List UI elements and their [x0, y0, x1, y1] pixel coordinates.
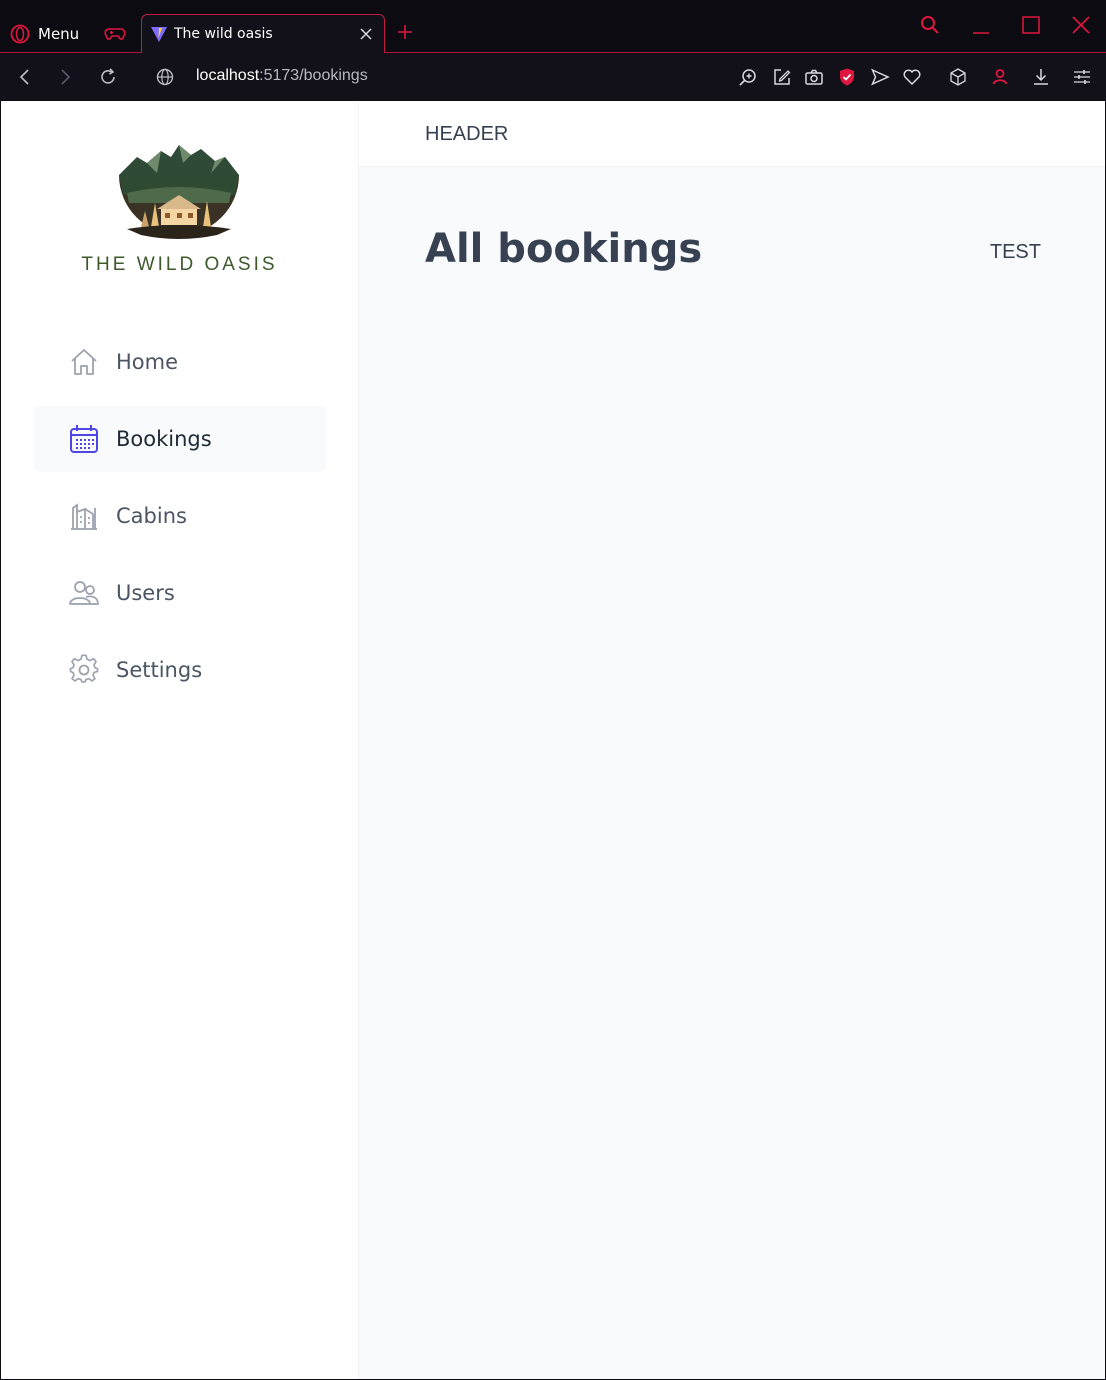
heart-icon[interactable] [902, 67, 922, 87]
calendar-icon [70, 425, 98, 453]
nav-item-home[interactable]: Home [34, 329, 326, 395]
cabins-icon [71, 503, 97, 530]
globe-icon[interactable] [155, 67, 175, 87]
opera-menu-button[interactable]: Menu [10, 20, 79, 48]
send-icon[interactable] [870, 67, 890, 87]
main-nav: Home Bookings Cabins Users Settings [34, 329, 326, 714]
app-layout: THE WILD OASIS Home Bookings Cabins User… [1, 101, 1105, 1379]
page-title: All bookings [425, 226, 703, 272]
browser-tab-bar: Menu The wild oasis [0, 0, 1106, 53]
url-host: localhost [196, 67, 260, 84]
users-icon [69, 581, 99, 605]
nav-label-bookings: Bookings [116, 427, 212, 451]
zoom-icon[interactable] [738, 67, 758, 87]
download-icon[interactable] [1031, 67, 1051, 87]
forward-icon[interactable] [55, 67, 75, 87]
opera-logo-icon [10, 24, 30, 44]
maximize-window-icon[interactable] [1021, 15, 1041, 35]
main-content: HEADER All bookings TEST [359, 101, 1105, 1379]
tab-title: The wild oasis [174, 26, 273, 42]
url-field[interactable]: localhost:5173/bookings [196, 67, 368, 85]
cube-icon[interactable] [948, 67, 968, 87]
nav-label-home: Home [116, 350, 179, 374]
header-text: HEADER [425, 123, 509, 145]
menu-label: Menu [38, 25, 80, 43]
active-tab[interactable]: The wild oasis [141, 14, 385, 53]
back-icon[interactable] [15, 67, 35, 87]
url-path: :5173/bookings [259, 67, 368, 84]
nav-label-settings: Settings [116, 658, 203, 682]
search-tabs-icon[interactable] [920, 15, 940, 35]
profile-icon[interactable] [990, 67, 1010, 87]
browser-address-bar: localhost:5173/bookings [0, 53, 1106, 101]
minimize-window-icon[interactable] [971, 15, 991, 35]
home-icon [71, 349, 97, 375]
nav-label-cabins: Cabins [116, 504, 187, 528]
edit-share-icon[interactable] [772, 67, 792, 87]
nav-item-settings[interactable]: Settings [34, 637, 326, 703]
gamepad-icon[interactable] [104, 23, 126, 43]
app-header: HEADER [359, 101, 1105, 167]
reload-icon[interactable] [98, 67, 118, 87]
close-window-icon[interactable] [1071, 15, 1091, 35]
gear-icon [69, 654, 99, 683]
close-tab-icon[interactable] [358, 26, 374, 42]
wild-oasis-logo [119, 145, 239, 239]
nav-label-users: Users [116, 581, 175, 605]
nav-item-bookings[interactable]: Bookings [34, 406, 326, 472]
nav-item-cabins[interactable]: Cabins [34, 483, 326, 549]
camera-icon[interactable] [804, 67, 824, 87]
nav-item-users[interactable]: Users [34, 560, 326, 626]
easy-setup-icon[interactable] [1072, 67, 1092, 87]
sidebar: THE WILD OASIS Home Bookings Cabins User… [1, 101, 359, 1379]
brand-name: THE WILD OASIS [81, 254, 278, 275]
test-label: TEST [989, 241, 1041, 263]
new-tab-plus-icon[interactable] [396, 23, 414, 41]
vite-favicon-icon [151, 27, 167, 42]
adblock-shield-icon[interactable] [837, 67, 857, 87]
